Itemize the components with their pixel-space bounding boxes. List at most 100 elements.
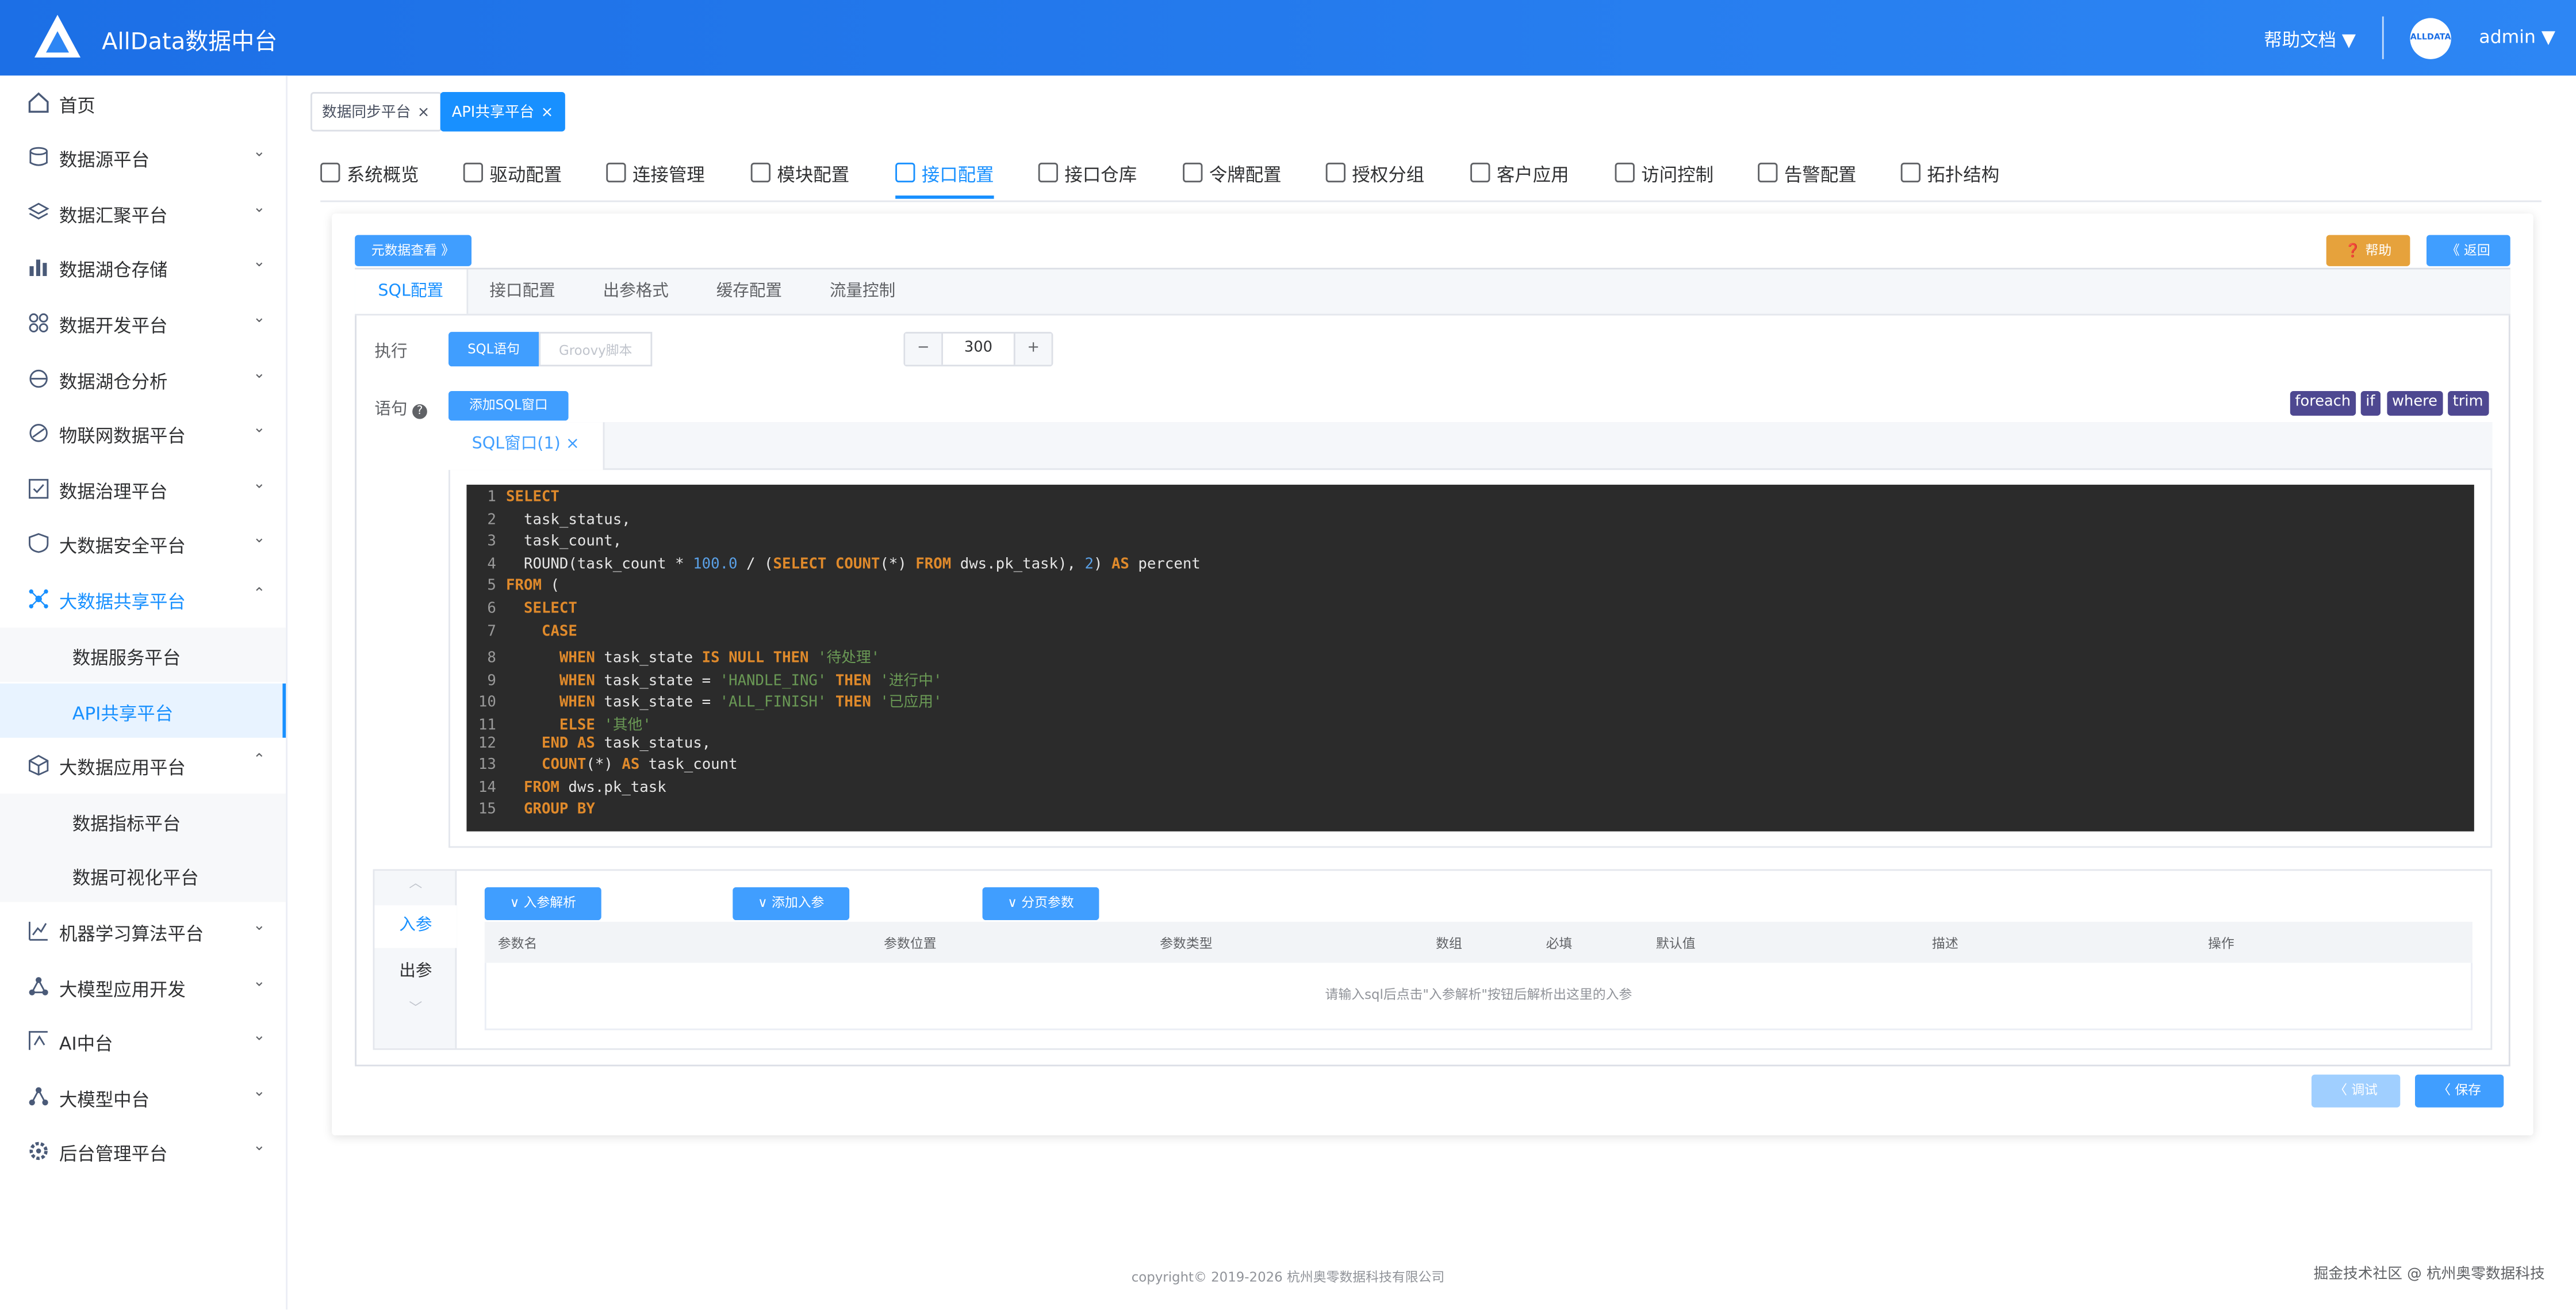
lock-icon: [1615, 162, 1635, 183]
code-line: 3 task_count,: [487, 534, 622, 551]
metadata-view-button[interactable]: 元数据查看 》: [355, 235, 471, 266]
sql-code-editor[interactable]: 1 SELECT 2 task_status, 3 task_count, 4 ROUN…: [466, 484, 2474, 832]
link-icon: [606, 162, 626, 183]
tab-module[interactable]: 模块配置: [750, 161, 850, 187]
model-icon: [29, 977, 48, 995]
sidebar-item-iot[interactable]: 物联网数据平台 ⌄: [0, 406, 286, 460]
sidebar-item-label: 大模型应用开发: [59, 979, 186, 1001]
tab-interface-config[interactable]: 接口配置: [466, 270, 578, 314]
help-doc-menu[interactable]: 帮助文档 ▼: [2264, 26, 2356, 53]
sidebar-item-label: 数据可视化平台: [72, 867, 199, 889]
keyword-trim[interactable]: trim: [2448, 391, 2489, 416]
keyword-foreach[interactable]: foreach: [2290, 391, 2356, 416]
column-header: 默认值: [1656, 936, 1696, 952]
ai-icon: [29, 1031, 48, 1050]
keyword-if[interactable]: if: [2360, 391, 2380, 416]
save-button[interactable]: 〈 保存: [2415, 1074, 2504, 1108]
tab-label: 模块配置: [777, 164, 850, 186]
sidebar-item-ai[interactable]: AI中台 ⌄: [0, 1014, 286, 1068]
sidebar-item-label: 数据湖仓分析: [59, 371, 168, 393]
parse-params-button[interactable]: ∨ 入参解析: [484, 887, 601, 920]
tab-label: 客户应用: [1496, 164, 1569, 186]
question-icon[interactable]: ?: [412, 404, 427, 419]
sidebar-item-label: AI中台: [59, 1033, 113, 1055]
add-sql-window-button[interactable]: 添加SQL窗口: [448, 391, 569, 421]
tab-api-repo[interactable]: 接口仓库: [1038, 161, 1137, 187]
add-param-button[interactable]: ∨ 添加入参: [733, 887, 850, 920]
sidebar-item-api-share[interactable]: API共享平台: [0, 683, 286, 738]
help-button[interactable]: ❓ 帮助: [2326, 235, 2410, 266]
sql-window-tab[interactable]: SQL窗口(1) ×: [448, 422, 605, 470]
sidebar-item-collect[interactable]: 数据汇聚平台 ⌄: [0, 186, 286, 240]
close-icon[interactable]: ×: [417, 105, 430, 122]
sidebar-item-ml[interactable]: 机器学习算法平台 ⌄: [0, 903, 286, 957]
tab-access-control[interactable]: 访问控制: [1615, 161, 1713, 187]
debug-button[interactable]: 〈 调试: [2312, 1074, 2401, 1108]
chevron-up-icon[interactable]: ︿: [374, 874, 457, 892]
tab-overview[interactable]: 系统概览: [320, 161, 419, 187]
sidebar-item-home[interactable]: 首页: [0, 75, 286, 129]
tab-topology[interactable]: 拓扑结构: [1900, 161, 1999, 187]
tab-label: 授权分组: [1352, 164, 1425, 186]
sidebar-item-label: 数据源平台: [59, 150, 150, 171]
code-line: 12 END AS task_status,: [478, 735, 711, 752]
avatar[interactable]: ALLDATA: [2410, 18, 2451, 59]
tab-connection[interactable]: 连接管理: [606, 161, 705, 187]
logo-icon: [34, 14, 80, 58]
tab-api-config[interactable]: 接口配置: [895, 161, 994, 199]
sidebar-item-application[interactable]: 大数据应用平台 ⌃: [0, 738, 286, 792]
driver-icon: [463, 162, 483, 183]
decrement-button[interactable]: −: [905, 334, 943, 365]
sidebar-item-datasource[interactable]: 数据源平台 ⌄: [0, 130, 286, 184]
tab-flow-control[interactable]: 流量控制: [807, 270, 918, 314]
params-empty-text: 请输入sql后点击"入参解析"按钮后解析出这里的入参: [484, 963, 2472, 1031]
tab-input-params[interactable]: 入参: [374, 905, 457, 948]
sidebar-item-metrics[interactable]: 数据指标平台: [0, 794, 286, 848]
back-button[interactable]: 《 返回: [2426, 235, 2510, 266]
sidebar-item-governance[interactable]: 数据治理平台 ⌄: [0, 462, 286, 516]
keyword-where[interactable]: where: [2387, 391, 2443, 416]
sidebar-item-lake-analysis[interactable]: 数据湖仓分析 ⌄: [0, 351, 286, 405]
tag-api-share[interactable]: API共享平台 ×: [440, 92, 565, 132]
sidebar-item-admin[interactable]: 后台管理平台 ⌄: [0, 1124, 286, 1178]
tab-token[interactable]: 令牌配置: [1183, 161, 1282, 187]
close-icon[interactable]: ×: [541, 105, 554, 122]
tab-sql-config[interactable]: SQL配置: [355, 269, 469, 314]
tab-alarm[interactable]: 告警配置: [1758, 161, 1857, 187]
limit-input[interactable]: 300: [941, 334, 1015, 365]
paging-params-button[interactable]: ∨ 分页参数: [982, 887, 1099, 920]
tab-client-app[interactable]: 客户应用: [1470, 161, 1569, 187]
tab-label: 接口仓库: [1064, 164, 1137, 186]
sidebar-item-share[interactable]: 大数据共享平台 ⌃: [0, 572, 286, 626]
code-line: 7 CASE: [487, 623, 577, 641]
sidebar-item-data-service[interactable]: 数据服务平台: [0, 627, 286, 682]
code-line: 4 ROUND(task_count * 100.0 / (SELECT COU…: [487, 556, 1201, 573]
sidebar-item-lake-storage[interactable]: 数据湖仓存储 ⌄: [0, 240, 286, 294]
grid-icon: [29, 313, 48, 333]
increment-button[interactable]: +: [1013, 334, 1052, 365]
tab-driver[interactable]: 驱动配置: [463, 161, 562, 187]
tag-data-sync[interactable]: 数据同步平台 ×: [310, 92, 442, 132]
tab-auth-group[interactable]: 授权分组: [1325, 161, 1425, 187]
exec-sql-option[interactable]: SQL语句: [448, 332, 539, 367]
user-menu[interactable]: admin ▼: [2479, 26, 2555, 48]
ml-icon: [29, 921, 48, 941]
sidebar-item-label: API共享平台: [72, 703, 174, 725]
column-header: 参数位置: [884, 936, 937, 952]
sentence-label: 语句?: [374, 394, 427, 419]
close-icon[interactable]: ×: [566, 435, 580, 453]
config-subtabs: SQL配置 接口配置 出参格式 缓存配置 流量控制: [355, 269, 2510, 316]
tab-output-params[interactable]: 出参: [374, 951, 457, 994]
code-line: 14 FROM dws.pk_task: [478, 780, 666, 797]
tab-output-format[interactable]: 出参格式: [580, 270, 692, 314]
app-title: AllData数据中台: [102, 29, 278, 56]
tag-label: 数据同步平台: [322, 105, 411, 122]
sidebar-item-security[interactable]: 大数据安全平台 ⌄: [0, 516, 286, 570]
tab-cache-config[interactable]: 缓存配置: [693, 270, 805, 314]
sidebar-item-llm[interactable]: 大模型中台 ⌄: [0, 1070, 286, 1124]
sidebar-item-visualization[interactable]: 数据可视化平台: [0, 848, 286, 902]
chevron-down-icon[interactable]: ﹀: [374, 999, 457, 1017]
sidebar-item-llm-dev[interactable]: 大模型应用开发 ⌄: [0, 960, 286, 1014]
exec-groovy-option[interactable]: Groovy脚本: [539, 332, 653, 367]
sidebar-item-dev[interactable]: 数据开发平台 ⌄: [0, 296, 286, 350]
